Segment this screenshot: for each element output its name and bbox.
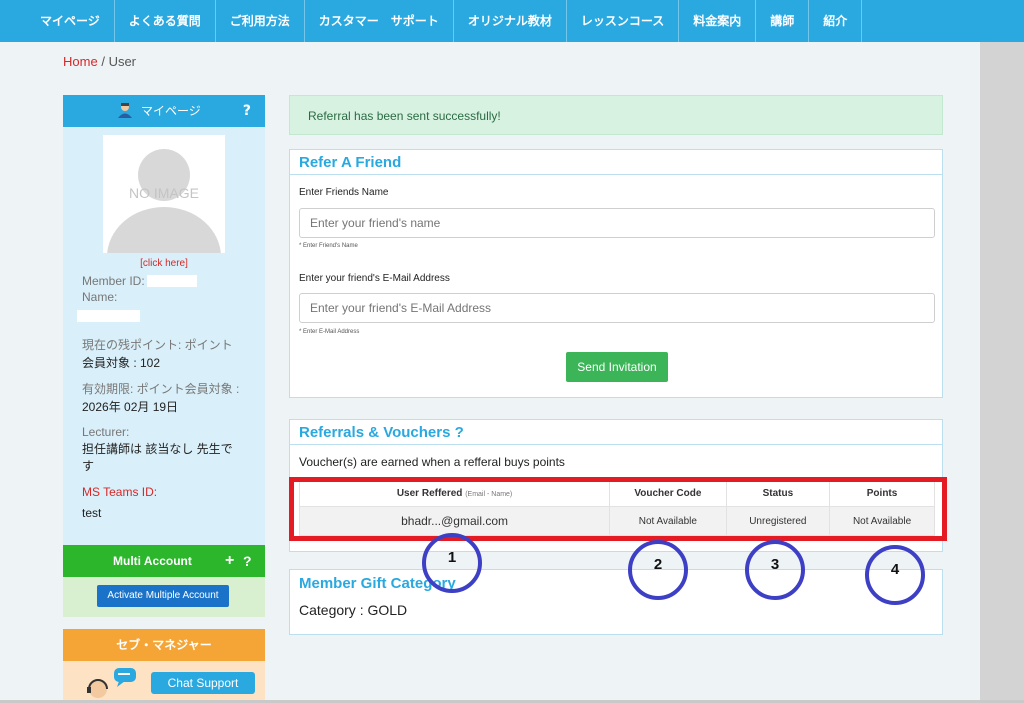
friend-name-label: Enter Friends Name xyxy=(299,187,389,198)
sev-manager-header: セブ・マネジャー xyxy=(63,629,265,661)
annotation-circle-2: 2 xyxy=(628,540,688,600)
nav-faq[interactable]: よくある質問 xyxy=(115,0,216,42)
member-id-value xyxy=(147,275,197,287)
refer-a-friend-panel: Refer A Friend Enter Friends Name * Ente… xyxy=(289,149,943,398)
activate-multiple-account-button[interactable]: Activate Multiple Account xyxy=(97,585,229,607)
multi-account-body: Activate Multiple Account xyxy=(63,577,265,617)
annotation-circle-1: 1 xyxy=(422,533,482,593)
breadcrumb-home[interactable]: Home xyxy=(63,54,98,69)
sev-manager-body: Chat Support xyxy=(63,661,265,700)
multi-account-title: Multi Account xyxy=(113,554,192,568)
help-icon[interactable]: ? xyxy=(243,545,252,577)
multi-account-header: Multi Account + ? xyxy=(63,545,265,577)
vouchers-title: Referrals & Vouchers ? xyxy=(299,424,464,441)
chat-bubble-icon xyxy=(114,668,136,687)
breadcrumb-current: User xyxy=(108,54,137,69)
right-gutter xyxy=(980,0,1024,700)
nav-teachers[interactable]: 講師 xyxy=(756,0,810,42)
vouchers-description: Voucher(s) are earned when a refferal bu… xyxy=(299,455,565,469)
send-invitation-button[interactable]: Send Invitation xyxy=(566,352,668,382)
top-nav: マイページ よくある質問 ご利用方法 カスタマー サポート オリジナル教材 レッ… xyxy=(0,0,1024,42)
teams-value: test xyxy=(82,506,102,520)
breadcrumb: Home / User xyxy=(63,54,136,69)
help-icon[interactable]: ? xyxy=(243,95,251,127)
points-value: 会員対象 : 102 xyxy=(82,356,161,370)
highlight-box xyxy=(289,477,947,541)
nav-support[interactable]: カスタマー サポート xyxy=(305,0,454,42)
avatar[interactable]: NO IMAGE xyxy=(103,135,225,253)
nav-materials[interactable]: オリジナル教材 xyxy=(454,0,567,42)
no-image-text: NO IMAGE xyxy=(128,185,199,201)
friend-email-hint: * Enter E-Mail Address xyxy=(299,329,360,335)
annotation-circle-4: 4 xyxy=(865,545,925,605)
friend-name-hint: * Enter Friend's Name xyxy=(299,243,358,249)
plus-icon[interactable]: + xyxy=(225,545,234,577)
friend-email-input[interactable] xyxy=(299,293,935,323)
click-here-link[interactable]: [click here] xyxy=(63,258,265,269)
user-icon xyxy=(118,103,132,118)
name-value xyxy=(77,310,140,322)
nav-courses[interactable]: レッスンコース xyxy=(567,0,680,42)
success-alert: Referral has been sent successfully! xyxy=(289,95,943,135)
sidebar-title: マイページ xyxy=(141,104,201,118)
chat-support-button[interactable]: Chat Support xyxy=(151,672,255,694)
name-label: Name: xyxy=(82,290,118,304)
expiry-value: 2026年 02月 19日 xyxy=(82,400,179,414)
expiry-label: 有効期限: ポイント会員対象 : xyxy=(82,382,240,396)
nav-howto[interactable]: ご利用方法 xyxy=(216,0,305,42)
nav-pricing[interactable]: 料金案内 xyxy=(679,0,757,42)
member-gift-panel: Member Gift Category Category : GOLD xyxy=(289,569,943,635)
annotation-circle-3: 3 xyxy=(745,540,805,600)
friend-name-input[interactable] xyxy=(299,208,935,238)
teams-label: MS Teams ID: xyxy=(82,485,158,499)
lecturer-label: Lecturer: xyxy=(82,425,130,439)
sidebar-mypage: マイページ ? NO IMAGE [click here] Member ID:… xyxy=(63,95,265,545)
lecturer-value: 担任講師は 該当なし 先生です xyxy=(82,442,233,473)
support-agent-icon xyxy=(87,679,108,698)
help-icon[interactable]: ? xyxy=(455,424,464,441)
refer-title: Refer A Friend xyxy=(299,154,402,171)
breadcrumb-sep: / xyxy=(101,54,105,69)
sidebar-body: NO IMAGE [click here] Member ID: Name: 現… xyxy=(63,127,265,545)
sidebar-header: マイページ ? xyxy=(63,95,265,127)
nav-referral[interactable]: 紹介 xyxy=(809,0,863,42)
friend-email-label: Enter your friend's E-Mail Address xyxy=(299,273,450,284)
points-label: 現在の残ポイント: ポイント xyxy=(82,338,233,352)
gift-category: Category : GOLD xyxy=(299,602,408,618)
member-id-label: Member ID: xyxy=(82,274,145,288)
nav-mypage[interactable]: マイページ xyxy=(0,0,115,42)
